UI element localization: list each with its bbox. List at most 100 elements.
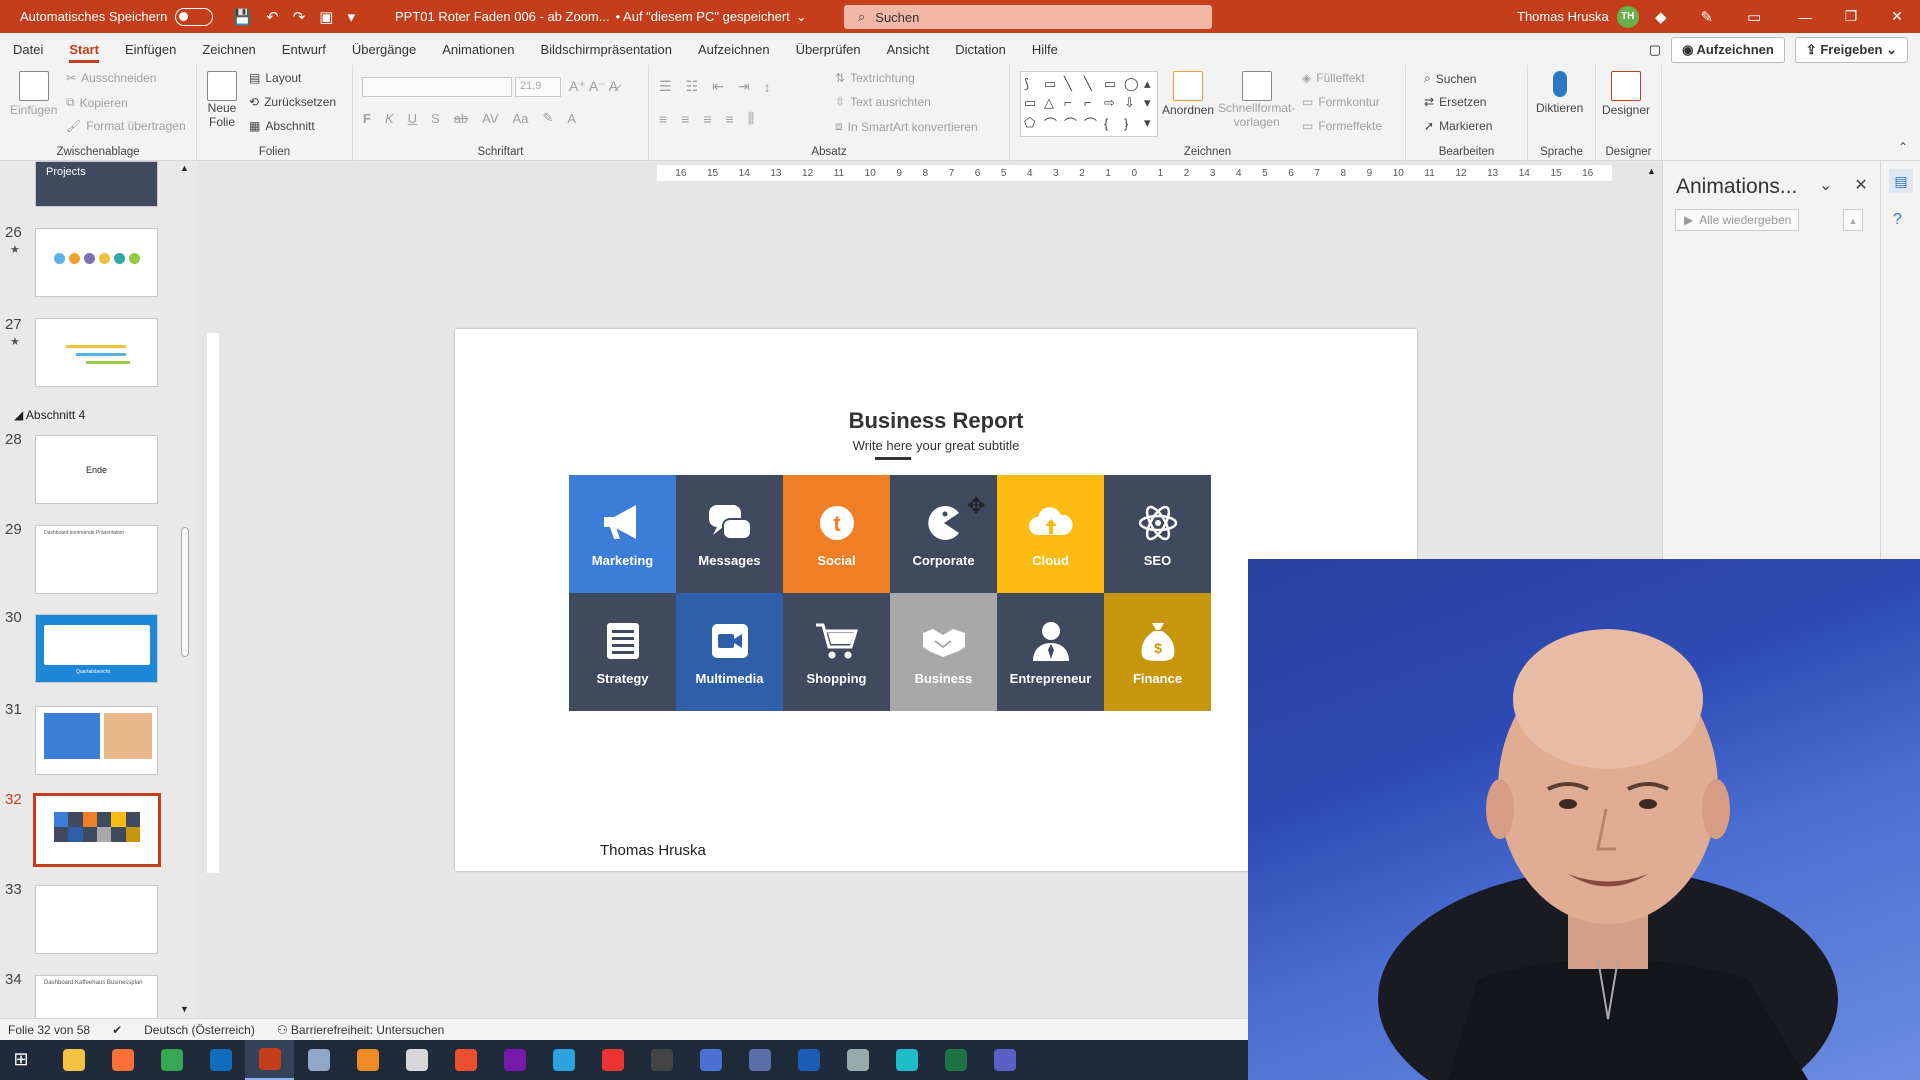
shape-icon[interactable]: ⌒ — [1084, 114, 1102, 133]
taskbar-item[interactable] — [686, 1040, 735, 1080]
shape-icon[interactable]: ⬠ — [1024, 115, 1042, 131]
justify-icon[interactable]: ≡ — [726, 111, 734, 127]
help-icon[interactable]: ? — [1893, 211, 1902, 229]
shape-icon[interactable]: ⟆ — [1024, 76, 1042, 92]
text-direction-button[interactable]: ⇅ Textrichtung — [835, 71, 915, 85]
ribbon-display-icon[interactable]: ▭ — [1747, 8, 1761, 26]
thumbnail-27[interactable] — [35, 318, 158, 387]
share-button[interactable]: ⇪ Freigeben ⌄ — [1794, 37, 1908, 63]
paste-button[interactable]: Einfügen — [10, 71, 57, 117]
autosave-toggle[interactable] — [175, 7, 214, 26]
align-left-icon[interactable]: ≡ — [659, 111, 667, 127]
quick-styles-button[interactable]: Schnellformat- vorlagen — [1218, 71, 1295, 129]
shape-outline-button[interactable]: ▭ Formkontur — [1302, 95, 1380, 109]
scrollbar-thumb[interactable] — [181, 527, 189, 657]
taskbar-item[interactable] — [392, 1040, 441, 1080]
tile-entrepreneur[interactable]: Entrepreneur — [997, 593, 1104, 711]
shape-icon[interactable]: ╲ — [1064, 76, 1082, 92]
tab-animationen[interactable]: Animationen — [442, 33, 514, 65]
taskbar-item[interactable] — [833, 1040, 882, 1080]
shape-icon[interactable]: ⌐ — [1084, 95, 1102, 110]
shape-icon[interactable]: ▭ — [1024, 95, 1042, 111]
animation-pane-icon[interactable]: ▤ — [1889, 169, 1913, 193]
comments-icon[interactable]: ▢ — [1649, 42, 1661, 58]
thumbnail-30[interactable]: Quartalsbericht — [35, 614, 158, 683]
case-button[interactable]: Aa — [513, 111, 529, 126]
section-header[interactable]: ◢ Abschnitt 4 — [14, 408, 85, 422]
slide-counter[interactable]: Folie 32 von 58 — [8, 1023, 90, 1037]
columns-icon[interactable]: ⫼ — [748, 110, 754, 127]
tile-seo[interactable]: SEO — [1104, 475, 1211, 593]
tab-dictation[interactable]: Dictation — [955, 33, 1006, 65]
accessibility-checker[interactable]: ⚇ Barrierefreiheit: Untersuchen — [277, 1023, 445, 1037]
bullets-icon[interactable]: ☰ — [659, 78, 672, 95]
taskbar-item[interactable] — [588, 1040, 637, 1080]
font-size-combo[interactable]: 21,9 — [515, 77, 561, 97]
shape-icon[interactable]: ⌐ — [1064, 95, 1082, 110]
save-icon[interactable]: 💾 — [233, 8, 252, 26]
taskbar-item[interactable] — [490, 1040, 539, 1080]
close-icon[interactable]: ✕ — [1874, 0, 1920, 33]
tile-marketing[interactable]: Marketing — [569, 475, 676, 593]
replace-button[interactable]: ⇄ Ersetzen — [1424, 95, 1486, 109]
taskbar-item[interactable]: ⊞ — [0, 1040, 49, 1080]
scroll-down-icon[interactable]: ▼ — [180, 1004, 189, 1014]
thumbnail-28[interactable]: Ende — [35, 435, 158, 504]
smartart-button[interactable]: ⧈ In SmartArt konvertieren — [835, 119, 978, 134]
minimize-icon[interactable]: — — [1782, 0, 1828, 33]
restore-icon[interactable]: ❐ — [1828, 0, 1874, 33]
record-button[interactable]: ◉ Aufzeichnen — [1671, 37, 1785, 63]
tab-entwurf[interactable]: Entwurf — [282, 33, 326, 65]
taskbar-item[interactable] — [343, 1040, 392, 1080]
search-box[interactable]: ⌕ Suchen — [844, 5, 1212, 29]
tile-strategy[interactable]: Strategy — [569, 593, 676, 711]
taskbar-item[interactable] — [784, 1040, 833, 1080]
copy-button[interactable]: ⧉ Kopieren — [66, 95, 128, 110]
move-up-icon[interactable]: ▲ — [1843, 209, 1863, 231]
select-button[interactable]: ➚ Markieren — [1424, 119, 1492, 133]
thumbnail-33[interactable] — [35, 885, 158, 954]
tile-messages[interactable]: Messages — [676, 475, 783, 593]
strikethrough-button[interactable]: ab — [454, 111, 468, 126]
taskbar-item[interactable] — [931, 1040, 980, 1080]
shape-icon[interactable]: ◯ — [1124, 76, 1142, 92]
shape-icon[interactable]: ▴ — [1144, 76, 1162, 92]
tab-bildschirmpraesentation[interactable]: Bildschirmpräsentation — [540, 33, 672, 65]
collapse-ribbon-icon[interactable]: ⌃ — [1898, 140, 1908, 154]
tab-start[interactable]: Start — [69, 33, 99, 65]
tile-business[interactable]: Business — [890, 593, 997, 711]
tab-ansicht[interactable]: Ansicht — [887, 33, 930, 65]
chevron-down-icon[interactable]: ⌄ — [1819, 175, 1832, 195]
shape-icon[interactable]: { — [1104, 116, 1122, 131]
new-slide-button[interactable]: Neue Folie — [207, 71, 237, 129]
taskbar-item[interactable] — [539, 1040, 588, 1080]
shape-icon[interactable]: ▭ — [1104, 76, 1122, 92]
tab-ueberpruefen[interactable]: Überprüfen — [796, 33, 861, 65]
play-all-button[interactable]: ▶ Alle wiedergeben — [1675, 209, 1799, 231]
shape-icon[interactable]: ▾ — [1144, 115, 1162, 131]
font-color-icon[interactable]: A — [567, 111, 576, 126]
align-right-icon[interactable]: ≡ — [703, 111, 711, 127]
tile-finance[interactable]: $ Finance — [1104, 593, 1211, 711]
taskbar-item[interactable] — [49, 1040, 98, 1080]
thumbnail-26[interactable] — [35, 228, 158, 297]
shape-icon[interactable]: } — [1124, 116, 1142, 131]
diamond-icon[interactable]: ◆ — [1655, 8, 1667, 26]
align-center-icon[interactable]: ≡ — [681, 111, 689, 127]
customize-icon[interactable]: ▾ — [347, 8, 355, 26]
reset-button[interactable]: ⟲ Zurücksetzen — [249, 95, 336, 109]
taskbar-item[interactable] — [147, 1040, 196, 1080]
tab-hilfe[interactable]: Hilfe — [1032, 33, 1058, 65]
shape-fill-button[interactable]: ◈ Fülleffekt — [1302, 71, 1365, 85]
user-account[interactable]: Thomas Hruska TH — [1517, 0, 1639, 33]
shapes-gallery[interactable]: ⟆ ▭ ╲ ╲ ▭ ◯ ▴ ▭ △ ⌐ ⌐ ⇨ ⇩ ▾ ⬠ ⌒ ⌒ ⌒{} ▾ — [1020, 71, 1158, 137]
shadow-button[interactable]: S — [431, 111, 440, 126]
bold-button[interactable]: F — [363, 111, 371, 126]
thumbnail-34[interactable]: Dashboard Kaffeehaus Businessplan — [35, 975, 158, 1018]
scroll-up-icon[interactable]: ▲ — [180, 163, 189, 173]
italic-button[interactable]: K — [385, 111, 394, 126]
shape-icon[interactable]: △ — [1044, 95, 1062, 111]
spellcheck-icon[interactable]: ✔ — [112, 1023, 122, 1037]
slide-title[interactable]: Business Report — [455, 408, 1417, 434]
language[interactable]: Deutsch (Österreich) — [144, 1023, 255, 1037]
